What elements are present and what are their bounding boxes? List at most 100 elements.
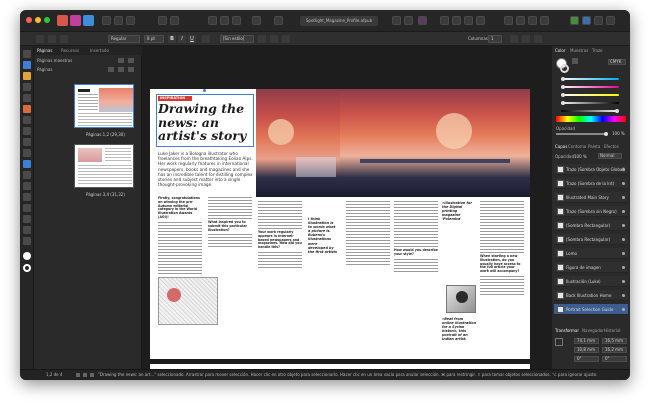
align-center-icon[interactable] xyxy=(404,16,413,25)
pin-icon[interactable] xyxy=(252,16,261,25)
zoom-window-button[interactable] xyxy=(44,17,50,23)
layer-row[interactable]: Back Illustration Home xyxy=(554,290,628,301)
shape-tool-icon[interactable] xyxy=(23,149,31,157)
first-page-icon[interactable] xyxy=(76,373,80,377)
bold-button[interactable]: B xyxy=(168,35,176,43)
minimize-window-button[interactable] xyxy=(35,17,41,23)
page-thumbnail-2[interactable] xyxy=(74,144,134,188)
magenta-slider[interactable] xyxy=(561,85,619,89)
baseline-icon[interactable] xyxy=(522,35,530,43)
rotate-handle[interactable] xyxy=(203,89,206,92)
publisher-persona-icon[interactable] xyxy=(57,15,68,26)
color-picker-tool-icon[interactable] xyxy=(23,204,31,212)
visibility-icon[interactable] xyxy=(622,224,625,227)
layer-row[interactable]: (Sombra Rectangular) xyxy=(554,220,628,231)
visibility-icon[interactable] xyxy=(622,182,625,185)
photo-persona-icon[interactable] xyxy=(70,15,81,26)
color-mode-select[interactable]: CMYK xyxy=(608,59,626,65)
preview-mode-icon[interactable] xyxy=(158,16,167,25)
spectrum-bar[interactable] xyxy=(556,116,626,122)
paragraph-icon[interactable] xyxy=(60,35,68,43)
stroke-swatch[interactable] xyxy=(23,264,31,272)
add-page-icon[interactable] xyxy=(118,67,124,72)
snap-toggle-icon[interactable] xyxy=(274,16,283,25)
tab-transform[interactable]: Transformar xyxy=(555,328,579,333)
layer-row[interactable]: Ilustración (Luke) xyxy=(554,276,628,287)
designer-persona-icon[interactable] xyxy=(83,15,94,26)
move-tool-icon[interactable] xyxy=(23,50,31,58)
snapping-icon[interactable] xyxy=(126,16,135,25)
right-page[interactable]: How would you describe your style? «Illu… xyxy=(340,89,530,359)
sketch-illustration[interactable] xyxy=(158,277,218,325)
blend-mode-select[interactable]: Normal xyxy=(598,153,622,159)
distribute-icon[interactable] xyxy=(504,16,513,25)
italic-button[interactable]: I xyxy=(178,35,186,43)
visibility-icon[interactable] xyxy=(622,210,625,213)
next-page-icon[interactable] xyxy=(90,373,94,377)
assistant-icon[interactable] xyxy=(570,16,579,25)
transform-y-field[interactable]: 10,8 mm xyxy=(574,347,599,353)
layer-row[interactable]: Trazo (Sombra sin Negro) xyxy=(554,206,628,217)
black-slider[interactable] xyxy=(561,101,619,105)
arrange-forward-icon[interactable] xyxy=(464,16,473,25)
pages-section[interactable]: Páginas xyxy=(37,67,52,72)
arrange-back-icon[interactable] xyxy=(452,16,461,25)
table-tool-icon[interactable] xyxy=(23,83,31,91)
view-tool-icon[interactable] xyxy=(23,226,31,234)
main-illustration-left[interactable] xyxy=(256,89,340,197)
group-icon[interactable] xyxy=(540,16,549,25)
stroke-color-well[interactable] xyxy=(560,64,569,73)
layer-row[interactable]: Trazo (Sombra de la Int) xyxy=(554,178,628,189)
text-color-icon[interactable] xyxy=(258,35,266,43)
master-options-icon[interactable] xyxy=(128,58,134,63)
columns-field[interactable]: 1 xyxy=(488,35,502,43)
page-thumbnail-1[interactable] xyxy=(74,84,134,128)
master-pages-section[interactable]: Páginas maestras xyxy=(37,58,72,63)
text-wrap-icon[interactable] xyxy=(282,35,290,43)
transparency-tool-icon[interactable] xyxy=(23,193,31,201)
layer-row[interactable]: Figura de imagen xyxy=(554,262,628,273)
tab-embedded[interactable]: Insertado xyxy=(90,48,109,53)
layer-row[interactable]: (Sombra Rectangular) xyxy=(554,234,628,245)
eyedropper-icon[interactable] xyxy=(572,58,578,64)
close-window-button[interactable] xyxy=(26,17,32,23)
page-options-icon[interactable] xyxy=(108,67,114,72)
account-icon[interactable] xyxy=(582,16,591,25)
transform-x-field[interactable]: 74,1 mm xyxy=(574,338,599,344)
tab-navigator[interactable]: Navegador xyxy=(582,328,604,333)
underline-button[interactable]: U xyxy=(188,35,196,43)
view-mode-icon[interactable] xyxy=(170,16,179,25)
visibility-icon[interactable] xyxy=(622,294,625,297)
add-master-icon[interactable] xyxy=(118,58,124,63)
help-icon[interactable] xyxy=(606,16,615,25)
tab-resources[interactable]: Recursos xyxy=(61,48,79,53)
artistic-text-tool-icon[interactable] xyxy=(23,61,31,69)
opacity-value[interactable]: 100 % xyxy=(612,131,625,136)
tab-stroke[interactable]: Trazo xyxy=(592,48,603,53)
transform-rotation-field[interactable]: 0° xyxy=(574,356,599,362)
node-tool-icon[interactable] xyxy=(23,116,31,124)
visibility-icon[interactable] xyxy=(622,252,625,255)
transform-shear-field[interactable]: 0° xyxy=(602,356,627,362)
tab-history[interactable]: Historial xyxy=(604,328,621,333)
page-master-icon[interactable] xyxy=(220,16,229,25)
selection-frame[interactable] xyxy=(156,94,254,147)
tab-effects[interactable]: Efectos xyxy=(604,144,619,149)
pen-tool-icon[interactable] xyxy=(23,94,31,102)
layer-row[interactable]: Portrait Selection Guide xyxy=(554,304,628,315)
insert-page-icon[interactable] xyxy=(208,16,217,25)
prev-page-icon[interactable] xyxy=(83,373,87,377)
cyan-slider[interactable] xyxy=(561,77,619,81)
visibility-icon[interactable] xyxy=(622,168,625,171)
fill-swatch[interactable] xyxy=(23,252,31,260)
flip-icon[interactable] xyxy=(516,16,525,25)
place-image-tool-icon[interactable] xyxy=(23,171,31,179)
text-frame-icon[interactable] xyxy=(36,35,44,43)
layer-row[interactable]: Lomo xyxy=(554,248,628,259)
tab-layers[interactable]: Capas xyxy=(555,144,567,149)
font-size-field[interactable]: 8 pt xyxy=(144,35,164,43)
main-illustration-right[interactable] xyxy=(340,89,530,197)
yellow-slider[interactable] xyxy=(561,93,619,97)
transform-w-field[interactable]: 16,5 mm xyxy=(602,338,627,344)
visibility-icon[interactable] xyxy=(622,266,625,269)
